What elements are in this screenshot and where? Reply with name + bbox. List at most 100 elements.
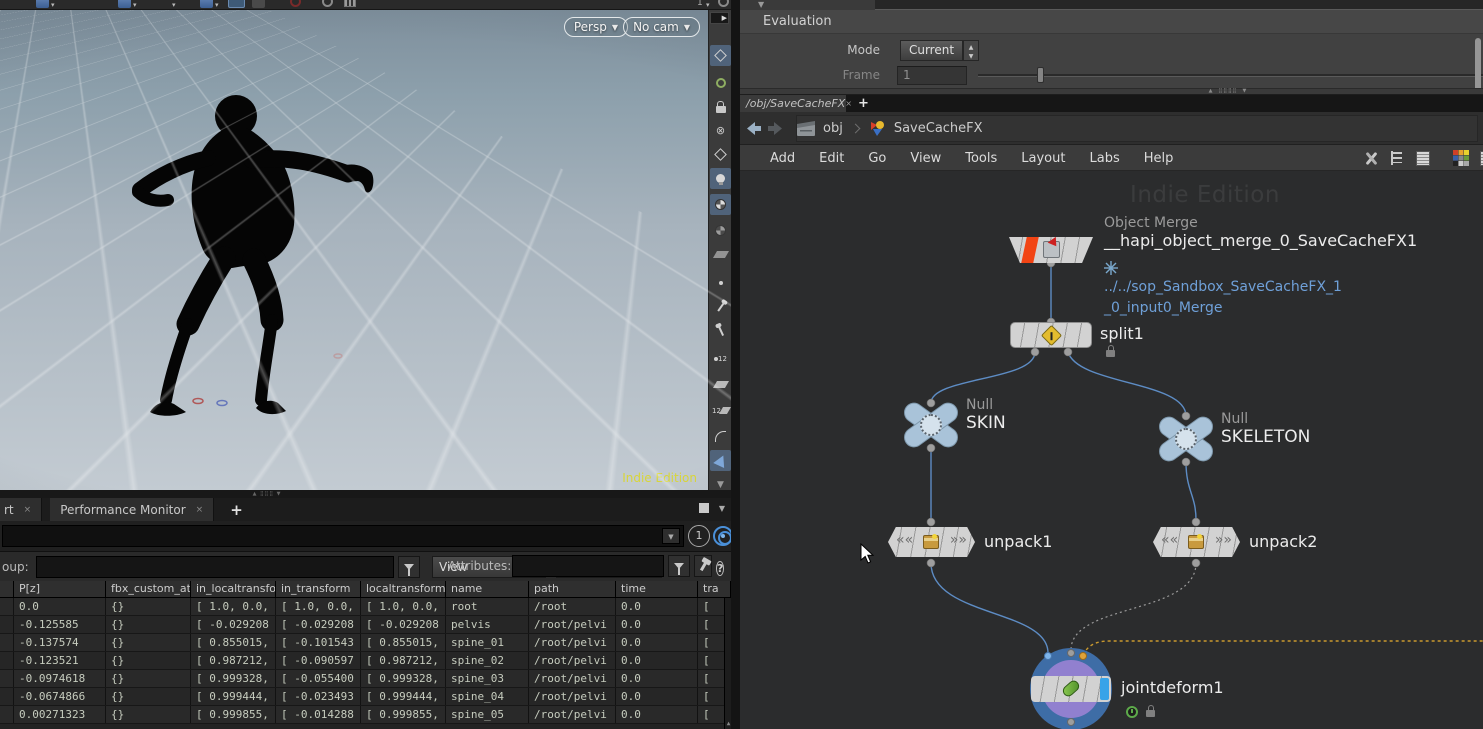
breadcrumb-node[interactable]: SaveCacheFX	[894, 121, 983, 136]
camera-select-button[interactable]: No cam ▼	[623, 17, 700, 37]
prim-flat-icon[interactable]	[710, 374, 731, 395]
lock-icon[interactable]	[710, 96, 731, 117]
breadcrumb-root[interactable]: obj	[823, 121, 843, 136]
panel-scrollbar[interactable]	[1475, 38, 1481, 94]
node-name[interactable]: __hapi_object_merge_0_SaveCacheFX1	[1104, 231, 1417, 250]
table-row[interactable]: -0.0674866 {}[ 0.999444, [ -0.023493[ 0.…	[0, 688, 731, 706]
group-selector-dropdown[interactable]: ▼	[2, 525, 684, 547]
pane-maximize-icon[interactable]	[699, 503, 709, 513]
input-dot-skeleton[interactable]	[1067, 649, 1075, 657]
table-row[interactable]: -0.123521 {}[ 0.987212, [ -0.090597[ 0.9…	[0, 652, 731, 670]
spreadsheet-header-row[interactable]: P[z]fbx_custom_attin_localtransforin_tra…	[0, 581, 731, 598]
node-name[interactable]: split1	[1100, 324, 1144, 343]
close-icon[interactable]: ×	[24, 505, 32, 515]
mode-dropdown[interactable]: Current	[900, 40, 963, 61]
column-header[interactable]: fbx_custom_att	[106, 581, 191, 597]
menu-item[interactable]: Go	[856, 151, 898, 166]
node-name[interactable]: jointdeform1	[1121, 678, 1224, 697]
output-flag[interactable]	[1100, 678, 1109, 700]
live-target-icon[interactable]	[713, 526, 733, 546]
menu-item[interactable]: Labs	[1077, 151, 1131, 166]
texture-mode-icon[interactable]	[710, 244, 731, 265]
menu-item[interactable]: Add	[758, 151, 807, 166]
table-row[interactable]: -0.137574 {}[ 0.855015, [ -0.101543[ 0.8…	[0, 634, 731, 652]
snap-icon[interactable]	[252, 0, 265, 8]
back-arrow-icon[interactable]	[746, 122, 761, 135]
dopnet-icon[interactable]	[322, 0, 333, 7]
new-tab-button[interactable]: +	[222, 498, 251, 521]
grid-icon[interactable]	[344, 0, 356, 7]
help-button[interactable]: ?	[716, 557, 724, 577]
loop-icon[interactable]	[710, 72, 731, 93]
node-skin[interactable]	[900, 402, 962, 448]
column-header[interactable]: in_localtransfor	[191, 581, 276, 597]
headlight-icon[interactable]	[710, 168, 731, 189]
column-header[interactable]: in_transform	[276, 581, 361, 597]
input-dot-geometry[interactable]	[1044, 652, 1052, 660]
node-flag[interactable]	[1021, 237, 1039, 263]
tools-wrench-icon[interactable]	[1362, 149, 1380, 167]
shaded-view-icon[interactable]	[710, 45, 731, 66]
column-header[interactable]: time	[616, 581, 698, 597]
transform-tool-icon[interactable]	[36, 0, 49, 8]
list-view-icon[interactable]	[1414, 149, 1432, 167]
curve-handle-icon[interactable]	[710, 426, 731, 447]
scroll-down-icon[interactable]: ▼	[710, 474, 731, 490]
node-name[interactable]: unpack1	[984, 532, 1052, 551]
column-header[interactable]: localtransform (	[361, 581, 446, 597]
pane-stub[interactable]: ▼	[740, 0, 875, 10]
node-reference-path[interactable]: _0_input0_Merge	[1104, 298, 1342, 319]
point-dot-icon[interactable]	[710, 272, 731, 293]
persp-view-button[interactable]: Persp ▼	[564, 17, 628, 37]
close-icon[interactable]: ×	[196, 505, 204, 515]
tab-performance-monitor[interactable]: Performance Monitor ×	[50, 498, 214, 521]
dropdown-arrow-icon[interactable]: ▼	[662, 528, 680, 544]
spreadsheet-scrollbar[interactable]: ▲	[724, 598, 731, 729]
frame-slider-handle[interactable]	[1037, 67, 1044, 83]
node-jointdeform1[interactable]	[1030, 648, 1112, 729]
node-object-merge[interactable]	[1009, 237, 1093, 263]
new-tab-button[interactable]: +	[858, 95, 869, 112]
marker-pin-icon[interactable]	[710, 320, 731, 341]
node-split1[interactable]	[1010, 322, 1092, 348]
forward-arrow-icon[interactable]	[768, 122, 783, 135]
prim-number-icon[interactable]: 12	[710, 400, 731, 421]
frame-input[interactable]: 1	[897, 66, 967, 85]
column-header[interactable]: P[z]	[14, 581, 106, 597]
mode-spinner[interactable]: ▲▼	[963, 40, 979, 61]
list-partial-icon[interactable]	[1478, 149, 1483, 167]
horizontal-pane-splitter[interactable]: ▲ ⣿⣿⣿⣿ ▼	[740, 88, 1483, 95]
menu-item[interactable]: Help	[1132, 151, 1186, 166]
display-brush-icon[interactable]	[710, 450, 731, 471]
handles-icon[interactable]	[228, 0, 245, 8]
menu-item[interactable]: Edit	[807, 151, 856, 166]
bulb-off-icon[interactable]: ⊗	[710, 120, 731, 141]
input-dot-rest[interactable]	[1079, 652, 1087, 660]
menu-item[interactable]: Tools	[953, 151, 1009, 166]
table-row[interactable]: 0.0 {}[ 1.0, 0.0, [ 1.0, 0.0,[ 1.0, 0.0,…	[0, 598, 731, 616]
output-dot[interactable]	[1067, 718, 1075, 726]
table-row[interactable]: -0.125585 {}[ -0.029208 [ -0.029208[ -0.…	[0, 616, 731, 634]
record-icon[interactable]	[290, 0, 301, 7]
attributes-input[interactable]	[512, 555, 664, 577]
material-sphere-icon[interactable]	[710, 194, 731, 215]
group-input[interactable]	[36, 556, 394, 578]
flyout-arrow-icon[interactable]: ▶	[710, 12, 729, 24]
node-name[interactable]: SKIN	[966, 413, 1006, 433]
table-row[interactable]: 0.00271323 {}[ 0.999855, [ -0.014288[ 0.…	[0, 706, 731, 724]
tree-view-icon[interactable]	[1388, 149, 1406, 167]
network-editor[interactable]: Indie Edition	[740, 171, 1483, 729]
column-header[interactable]: tra	[698, 581, 731, 597]
move-tool-icon[interactable]	[200, 0, 213, 8]
node-skeleton[interactable]	[1155, 416, 1217, 462]
pane-divider[interactable]: ▲ ⣿⣿⣿ ▼	[0, 490, 731, 498]
tab-partial[interactable]: rt ×	[0, 498, 42, 521]
table-row[interactable]: -0.0974618 {}[ 0.999328, [ -0.055400[ 0.…	[0, 670, 731, 688]
close-icon[interactable]: ×	[845, 99, 852, 108]
vertical-pane-splitter[interactable]	[731, 0, 740, 729]
column-header[interactable]	[0, 581, 14, 597]
node-unpack2[interactable]: «« »»	[1153, 527, 1240, 557]
attributes-filter-button[interactable]	[668, 555, 690, 577]
node-name[interactable]: SKELETON	[1221, 427, 1310, 447]
scene-viewport[interactable]: Persp ▼ No cam ▼ Indie Edition ▶ ⊗	[0, 10, 731, 490]
